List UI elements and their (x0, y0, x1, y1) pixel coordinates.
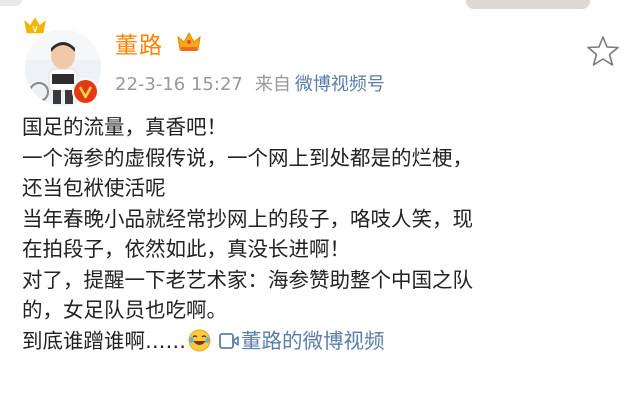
video-icon[interactable] (219, 328, 239, 349)
verified-badge-icon (72, 78, 99, 105)
crown-icon (175, 30, 203, 54)
post-last-line: 到底谁蹭谁啊…… 董路的微博视频 (22, 326, 622, 357)
video-link[interactable]: 董路的微博视频 (241, 329, 385, 353)
username[interactable]: 董路 (115, 26, 163, 60)
post-meta: 22-3-16 15:27 来自 微博视频号 (115, 70, 385, 96)
top-left-decoration (0, 0, 22, 6)
post-line: 当年春晚小品就经常抄网上的段子，咯吱人笑，现 (22, 206, 473, 231)
post-line: 一个海参的虚假传说，一个网上到处都是的烂梗， (22, 145, 473, 170)
svg-text:V: V (32, 25, 38, 34)
post-line: 对了，提醒一下老艺术家：海参赞助整个中国之队 (22, 267, 473, 292)
top-right-decoration (466, 0, 590, 9)
post-line: 在拍段子，依然如此，真没长进啊！ (22, 237, 350, 261)
post-body: 国足的流量，真香吧！ 一个海参的虚假传说，一个网上到处都是的烂梗， 还当包袱使活… (22, 112, 622, 356)
laughing-tears-emoji-icon (188, 329, 211, 352)
post-line: 还当包袱使活呢 (22, 176, 166, 200)
post-line: 国足的流量，真香吧！ (22, 115, 227, 139)
timestamp: 22-3-16 15:27 (115, 74, 243, 95)
rank-badge-icon: V (20, 14, 50, 38)
source-link[interactable]: 微博视频号 (295, 74, 385, 95)
star-icon[interactable] (585, 34, 621, 68)
post-line: 的，女足队员也吃啊。 (22, 298, 227, 322)
post-last-text: 到底谁蹭谁啊…… (22, 328, 186, 353)
top-strip (0, 0, 640, 14)
source-label: 来自 (254, 74, 291, 95)
